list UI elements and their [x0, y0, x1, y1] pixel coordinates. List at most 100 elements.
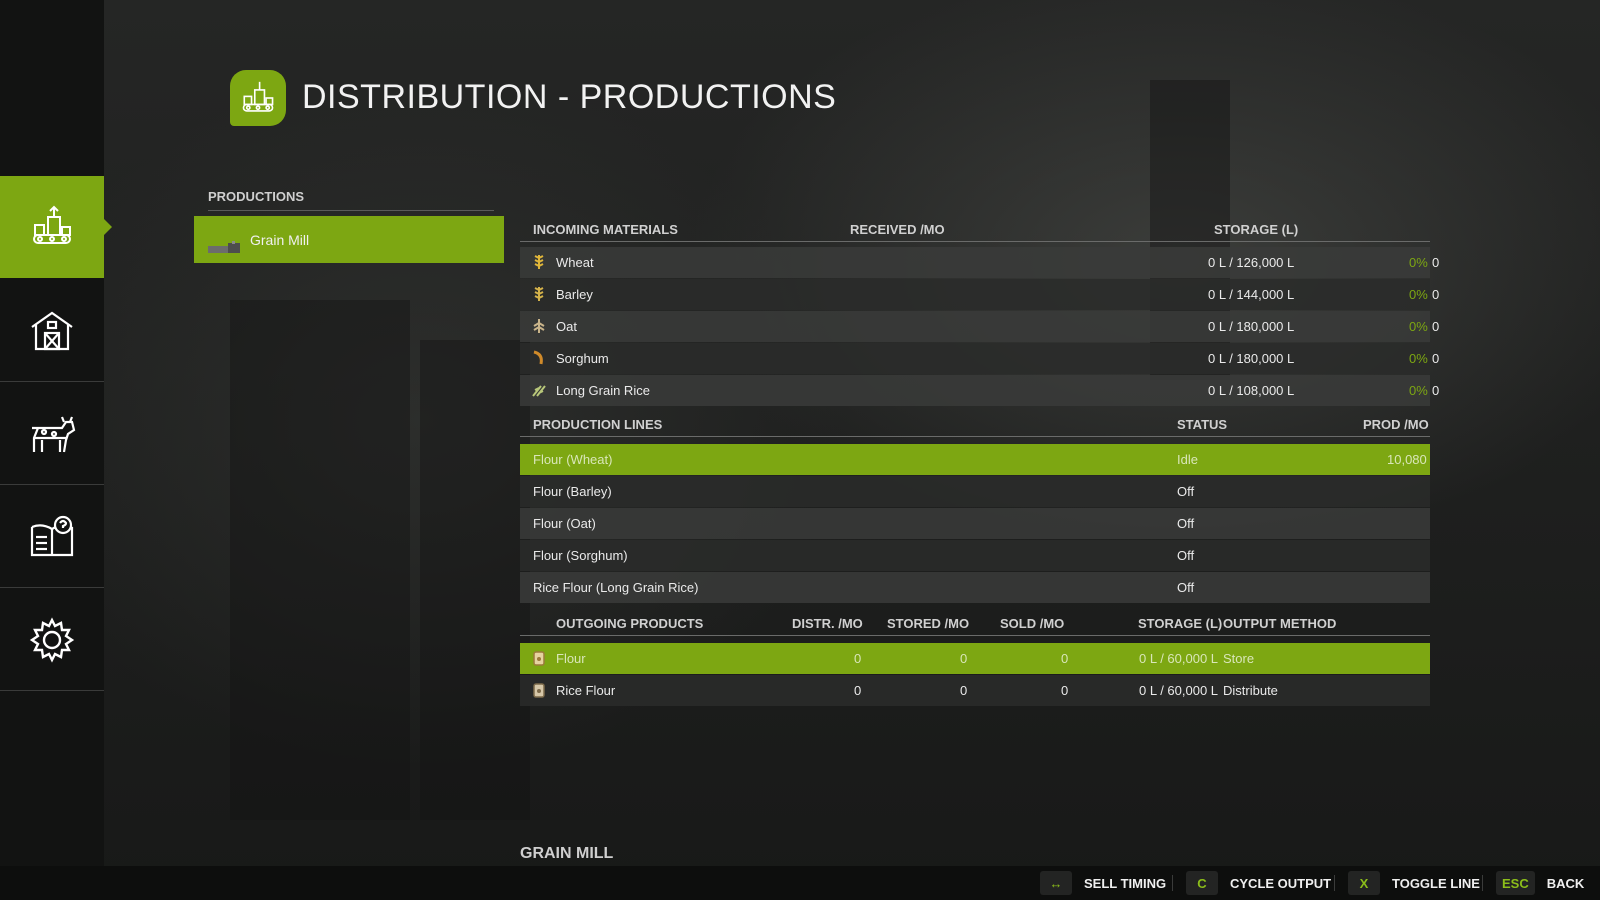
incoming-row-wheat[interactable]: Wheat 0 0 L / 126,000 L 0% [520, 247, 1439, 278]
product-output-method[interactable]: Distribute [1223, 683, 1278, 698]
outgoing-products-header: OUTGOING PRODUCTS DISTR. /MO STORED /MO … [520, 612, 1430, 636]
material-name: Oat [556, 319, 577, 334]
line-name: Flour (Oat) [533, 516, 596, 531]
incoming-row-sorghum[interactable]: Sorghum 0 0 L / 180,000 L 0% [520, 343, 1439, 374]
material-name: Barley [556, 287, 593, 302]
production-line-row-flour-sorghum[interactable]: Flour (Sorghum) Off [520, 540, 1430, 571]
sell-timing-keybind[interactable]: ↔ SELL TIMING [1040, 871, 1166, 895]
sorghum-icon [533, 350, 543, 365]
selected-production-title: GRAIN MILL [520, 845, 614, 862]
line-status: Idle [1177, 452, 1198, 467]
outgoing-row-rice-flour[interactable]: Rice Flour 0 0 0 0 L / 60,000 L Distribu… [520, 675, 1430, 706]
page-title: DISTRIBUTION - PRODUCTIONS [302, 78, 837, 116]
production-line-row-flour-wheat[interactable]: Flour (Wheat) Idle 10,080 [520, 444, 1430, 475]
material-name: Long Grain Rice [556, 383, 650, 398]
lines-col-name: PRODUCTION LINES [533, 417, 663, 432]
cycle-output-keybind[interactable]: C CYCLE OUTPUT [1186, 871, 1331, 895]
production-line-row-rice-flour[interactable]: Rice Flour (Long Grain Rice) Off [520, 572, 1430, 603]
wheat-icon [534, 255, 544, 269]
material-fill-percent: 0% [1409, 319, 1428, 334]
key-c: C [1186, 871, 1218, 895]
production-list-item-grain-mill[interactable]: Grain Mill [194, 216, 504, 263]
line-status: Off [1177, 580, 1195, 595]
outgoing-col-method: OUTPUT METHOD [1223, 616, 1337, 631]
rice-icon [532, 385, 546, 397]
material-fill-percent: 0% [1409, 255, 1428, 270]
production-line-row-flour-barley[interactable]: Flour (Barley) Off [520, 476, 1430, 507]
outgoing-col-storage: STORAGE (L) [1138, 616, 1223, 631]
arrows-key-icon: ↔ [1040, 871, 1072, 895]
material-storage: 0 L / 144,000 L [1208, 287, 1295, 302]
keybind-label: CYCLE OUTPUT [1230, 875, 1332, 891]
outgoing-row-flour[interactable]: Flour 0 0 0 0 L / 60,000 L Store [520, 643, 1430, 674]
sidebar-item-farm[interactable] [0, 280, 104, 382]
incoming-row-oat[interactable]: Oat 0 0 L / 180,000 L 0% [520, 311, 1439, 342]
incoming-col-name: INCOMING MATERIALS [533, 222, 678, 237]
product-output-method[interactable]: Store [1223, 651, 1254, 666]
line-name: Flour (Wheat) [533, 452, 613, 467]
gear-icon [29, 616, 75, 663]
sidebar-item-settings[interactable] [0, 589, 104, 691]
line-name: Flour (Barley) [533, 484, 612, 499]
incoming-col-received: RECEIVED /MO [850, 222, 945, 237]
outgoing-col-stored: STORED /MO [887, 616, 970, 631]
back-keybind[interactable]: ESC BACK [1496, 871, 1584, 895]
material-name: Wheat [556, 255, 594, 270]
product-stored: 0 [960, 651, 968, 666]
help-book-icon [30, 515, 74, 556]
line-prod: 10,080 [1387, 452, 1427, 467]
material-storage: 0 L / 180,000 L [1208, 351, 1295, 366]
line-name: Rice Flour (Long Grain Rice) [533, 580, 699, 595]
line-status: Off [1177, 548, 1195, 563]
lines-col-prod: PROD /MO [1363, 417, 1429, 432]
material-received: 0 [1432, 383, 1440, 398]
keybind-label: TOGGLE LINE [1392, 875, 1480, 891]
oat-icon [533, 319, 545, 333]
sidebar-item-production[interactable] [0, 176, 112, 278]
material-name: Sorghum [556, 351, 609, 366]
product-name: Flour [556, 651, 586, 666]
sidebar-item-animals[interactable] [0, 383, 104, 485]
keybind-divider [1482, 875, 1483, 891]
production-line-row-flour-oat[interactable]: Flour (Oat) Off [520, 508, 1430, 539]
keybind-label: SELL TIMING [1084, 875, 1167, 891]
material-received: 0 [1432, 319, 1440, 334]
outgoing-col-name: OUTGOING PRODUCTS [556, 616, 704, 631]
material-fill-percent: 0% [1409, 287, 1428, 302]
product-name: Rice Flour [556, 683, 616, 698]
line-status: Off [1177, 484, 1195, 499]
rice-flour-bag-icon [533, 683, 545, 698]
sidebar-item-help[interactable] [0, 486, 104, 588]
production-lines-header: PRODUCTION LINES STATUS PROD /MO [520, 413, 1430, 437]
key-x: X [1348, 871, 1380, 895]
material-received: 0 [1432, 255, 1440, 270]
production-icon [33, 205, 71, 244]
grain-mill-thumbnail-icon [208, 240, 240, 253]
keybind-bar: ↔ SELL TIMING C CYCLE OUTPUT X TOGGLE LI… [0, 866, 1600, 900]
production-list-item-label: Grain Mill [250, 231, 310, 248]
material-storage: 0 L / 126,000 L [1208, 255, 1295, 270]
header-production-icon [230, 70, 286, 126]
line-name: Flour (Sorghum) [533, 548, 628, 563]
incoming-row-long-grain-rice[interactable]: Long Grain Rice 0 0 L / 108,000 L 0% [520, 375, 1439, 406]
material-received: 0 [1432, 351, 1440, 366]
barn-icon [31, 311, 73, 350]
product-distr: 0 [854, 683, 862, 698]
production-icon [242, 81, 274, 112]
keybind-divider [1334, 875, 1335, 891]
toggle-line-keybind[interactable]: X TOGGLE LINE [1348, 871, 1480, 895]
product-stored: 0 [960, 683, 968, 698]
line-status: Off [1177, 516, 1195, 531]
incoming-col-storage: STORAGE (L) [1214, 222, 1299, 237]
material-storage: 0 L / 180,000 L [1208, 319, 1295, 334]
productions-list-header: PRODUCTIONS [208, 189, 494, 211]
lines-col-status: STATUS [1177, 417, 1228, 432]
material-fill-percent: 0% [1409, 383, 1428, 398]
incoming-materials-header: INCOMING MATERIALS RECEIVED /MO STORAGE … [520, 218, 1430, 242]
outgoing-col-distr: DISTR. /MO [792, 616, 863, 631]
product-storage: 0 L / 60,000 L [1139, 683, 1219, 698]
sidebar [0, 0, 112, 866]
incoming-row-barley[interactable]: Barley 0 0 L / 144,000 L 0% [520, 279, 1439, 310]
outgoing-col-sold: SOLD /MO [1000, 616, 1065, 631]
cow-icon [32, 416, 76, 452]
